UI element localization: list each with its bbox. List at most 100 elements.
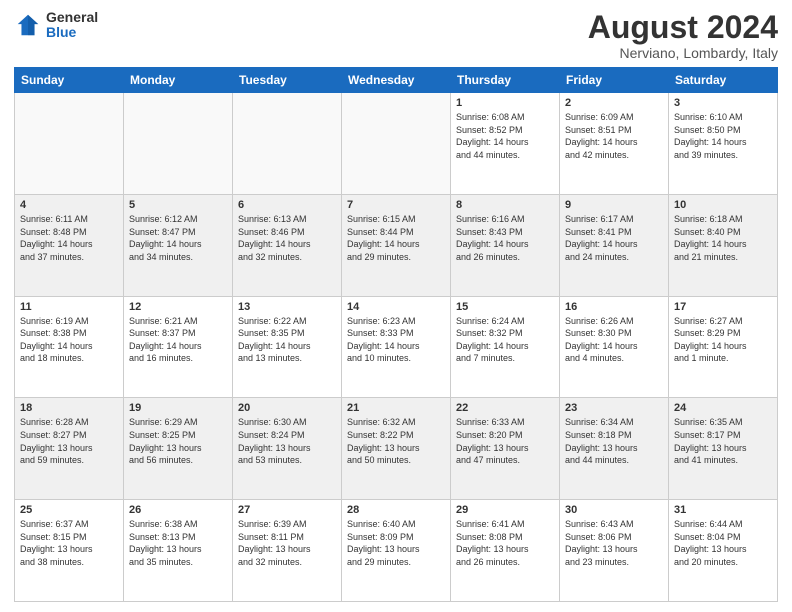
day-cell: 17 Sunrise: 6:27 AM Sunset: 8:29 PM Dayli… [669, 296, 778, 398]
day-info: Sunrise: 6:13 AM Sunset: 8:46 PM Dayligh… [238, 213, 336, 263]
location: Nerviano, Lombardy, Italy [588, 45, 778, 61]
day-number: 4 [20, 199, 118, 211]
day-cell: 9Sunrise: 6:17 AM Sunset: 8:41 PM Daylig… [560, 194, 669, 296]
day-info: Sunrise: 6:09 AM Sunset: 8:51 PM Dayligh… [565, 111, 663, 161]
day-cell: 13Sunrise: 6:22 AM Sunset: 8:35 PM Dayli… [233, 296, 342, 398]
day-number: 23 [565, 402, 663, 414]
col-tuesday: Tuesday [233, 68, 342, 93]
day-info: Sunrise: 6:12 AM Sunset: 8:47 PM Dayligh… [129, 213, 227, 263]
day-cell: 10 Sunrise: 6:18 AM Sunset: 8:40 PM Dayli… [669, 194, 778, 296]
day-cell [15, 93, 124, 195]
day-number: 12 [129, 301, 227, 313]
logo-general: General [46, 10, 98, 25]
day-info: Sunrise: 6:38 AM Sunset: 8:13 PM Dayligh… [129, 518, 227, 568]
col-monday: Monday [124, 68, 233, 93]
day-info: Sunrise: 6:18 AM Sunset: 8:40 PM Dayligh… [674, 213, 772, 263]
day-cell: 1 Sunrise: 6:08 AM Sunset: 8:52 PM Daylig… [451, 93, 560, 195]
calendar: Sunday Monday Tuesday Wednesday Thursday… [14, 67, 778, 602]
header-row: Sunday Monday Tuesday Wednesday Thursday… [15, 68, 778, 93]
day-info: Sunrise: 6:35 AM Sunset: 8:17 PM Dayligh… [674, 416, 772, 466]
day-cell: 5Sunrise: 6:12 AM Sunset: 8:47 PM Daylig… [124, 194, 233, 296]
day-cell: 31 Sunrise: 6:44 AM Sunset: 8:04 PM Dayli… [669, 500, 778, 602]
day-number: 3 [674, 97, 772, 109]
day-number: 28 [347, 504, 445, 516]
day-info: Sunrise: 6:11 AM Sunset: 8:48 PM Dayligh… [20, 213, 118, 263]
day-cell: 26 Sunrise: 6:38 AM Sunset: 8:13 PM Dayli… [124, 500, 233, 602]
col-wednesday: Wednesday [342, 68, 451, 93]
logo-blue: Blue [46, 25, 98, 40]
day-cell: 11 Sunrise: 6:19 AM Sunset: 8:38 PM Dayli… [15, 296, 124, 398]
day-number: 31 [674, 504, 772, 516]
logo: General Blue [14, 10, 98, 41]
day-cell [233, 93, 342, 195]
day-number: 13 [238, 301, 336, 313]
day-info: Sunrise: 6:39 AM Sunset: 8:11 PM Dayligh… [238, 518, 336, 568]
day-cell: 8 Sunrise: 6:16 AM Sunset: 8:43 PM Daylig… [451, 194, 560, 296]
day-number: 22 [456, 402, 554, 414]
day-cell [342, 93, 451, 195]
top-section: General Blue August 2024 Nerviano, Lomba… [14, 10, 778, 61]
day-info: Sunrise: 6:10 AM Sunset: 8:50 PM Dayligh… [674, 111, 772, 161]
day-info: Sunrise: 6:08 AM Sunset: 8:52 PM Dayligh… [456, 111, 554, 161]
day-cell: 19 Sunrise: 6:29 AM Sunset: 8:25 PM Dayli… [124, 398, 233, 500]
day-info: Sunrise: 6:23 AM Sunset: 8:33 PM Dayligh… [347, 315, 445, 365]
day-number: 8 [456, 199, 554, 211]
day-cell: 22Sunrise: 6:33 AM Sunset: 8:20 PM Dayli… [451, 398, 560, 500]
day-cell: 14Sunrise: 6:23 AM Sunset: 8:33 PM Dayli… [342, 296, 451, 398]
col-friday: Friday [560, 68, 669, 93]
day-info: Sunrise: 6:15 AM Sunset: 8:44 PM Dayligh… [347, 213, 445, 263]
col-saturday: Saturday [669, 68, 778, 93]
day-number: 7 [347, 199, 445, 211]
day-cell: 21 Sunrise: 6:32 AM Sunset: 8:22 PM Dayli… [342, 398, 451, 500]
day-info: Sunrise: 6:28 AM Sunset: 8:27 PM Dayligh… [20, 416, 118, 466]
day-cell: 3 Sunrise: 6:10 AM Sunset: 8:50 PM Daylig… [669, 93, 778, 195]
title-section: August 2024 Nerviano, Lombardy, Italy [588, 10, 778, 61]
day-info: Sunrise: 6:19 AM Sunset: 8:38 PM Dayligh… [20, 315, 118, 365]
day-cell: 20Sunrise: 6:30 AM Sunset: 8:24 PM Dayli… [233, 398, 342, 500]
day-number: 10 [674, 199, 772, 211]
day-number: 19 [129, 402, 227, 414]
day-cell: 27 Sunrise: 6:39 AM Sunset: 8:11 PM Dayli… [233, 500, 342, 602]
day-cell: 25 Sunrise: 6:37 AM Sunset: 8:15 PM Dayli… [15, 500, 124, 602]
day-cell: 2Sunrise: 6:09 AM Sunset: 8:51 PM Daylig… [560, 93, 669, 195]
day-cell: 29 Sunrise: 6:41 AM Sunset: 8:08 PM Dayli… [451, 500, 560, 602]
col-sunday: Sunday [15, 68, 124, 93]
day-number: 24 [674, 402, 772, 414]
day-number: 11 [20, 301, 118, 313]
day-number: 21 [347, 402, 445, 414]
day-info: Sunrise: 6:43 AM Sunset: 8:06 PM Dayligh… [565, 518, 663, 568]
day-number: 1 [456, 97, 554, 109]
day-number: 6 [238, 199, 336, 211]
day-cell: 23Sunrise: 6:34 AM Sunset: 8:18 PM Dayli… [560, 398, 669, 500]
logo-text: General Blue [46, 10, 98, 41]
day-number: 17 [674, 301, 772, 313]
day-info: Sunrise: 6:44 AM Sunset: 8:04 PM Dayligh… [674, 518, 772, 568]
day-info: Sunrise: 6:16 AM Sunset: 8:43 PM Dayligh… [456, 213, 554, 263]
day-info: Sunrise: 6:37 AM Sunset: 8:15 PM Dayligh… [20, 518, 118, 568]
day-info: Sunrise: 6:24 AM Sunset: 8:32 PM Dayligh… [456, 315, 554, 365]
day-cell: 18 Sunrise: 6:28 AM Sunset: 8:27 PM Dayli… [15, 398, 124, 500]
day-number: 20 [238, 402, 336, 414]
day-info: Sunrise: 6:27 AM Sunset: 8:29 PM Dayligh… [674, 315, 772, 365]
day-number: 26 [129, 504, 227, 516]
day-cell: 30Sunrise: 6:43 AM Sunset: 8:06 PM Dayli… [560, 500, 669, 602]
week-row-2: 11 Sunrise: 6:19 AM Sunset: 8:38 PM Dayli… [15, 296, 778, 398]
day-cell: 4 Sunrise: 6:11 AM Sunset: 8:48 PM Daylig… [15, 194, 124, 296]
day-info: Sunrise: 6:17 AM Sunset: 8:41 PM Dayligh… [565, 213, 663, 263]
day-info: Sunrise: 6:41 AM Sunset: 8:08 PM Dayligh… [456, 518, 554, 568]
day-info: Sunrise: 6:21 AM Sunset: 8:37 PM Dayligh… [129, 315, 227, 365]
day-info: Sunrise: 6:26 AM Sunset: 8:30 PM Dayligh… [565, 315, 663, 365]
week-row-0: 1 Sunrise: 6:08 AM Sunset: 8:52 PM Daylig… [15, 93, 778, 195]
day-number: 27 [238, 504, 336, 516]
week-row-1: 4 Sunrise: 6:11 AM Sunset: 8:48 PM Daylig… [15, 194, 778, 296]
day-cell: 16Sunrise: 6:26 AM Sunset: 8:30 PM Dayli… [560, 296, 669, 398]
page: General Blue August 2024 Nerviano, Lomba… [0, 0, 792, 612]
day-info: Sunrise: 6:32 AM Sunset: 8:22 PM Dayligh… [347, 416, 445, 466]
day-number: 18 [20, 402, 118, 414]
day-cell: 15Sunrise: 6:24 AM Sunset: 8:32 PM Dayli… [451, 296, 560, 398]
day-info: Sunrise: 6:29 AM Sunset: 8:25 PM Dayligh… [129, 416, 227, 466]
day-number: 29 [456, 504, 554, 516]
month-title: August 2024 [588, 10, 778, 45]
day-number: 25 [20, 504, 118, 516]
week-row-3: 18 Sunrise: 6:28 AM Sunset: 8:27 PM Dayli… [15, 398, 778, 500]
